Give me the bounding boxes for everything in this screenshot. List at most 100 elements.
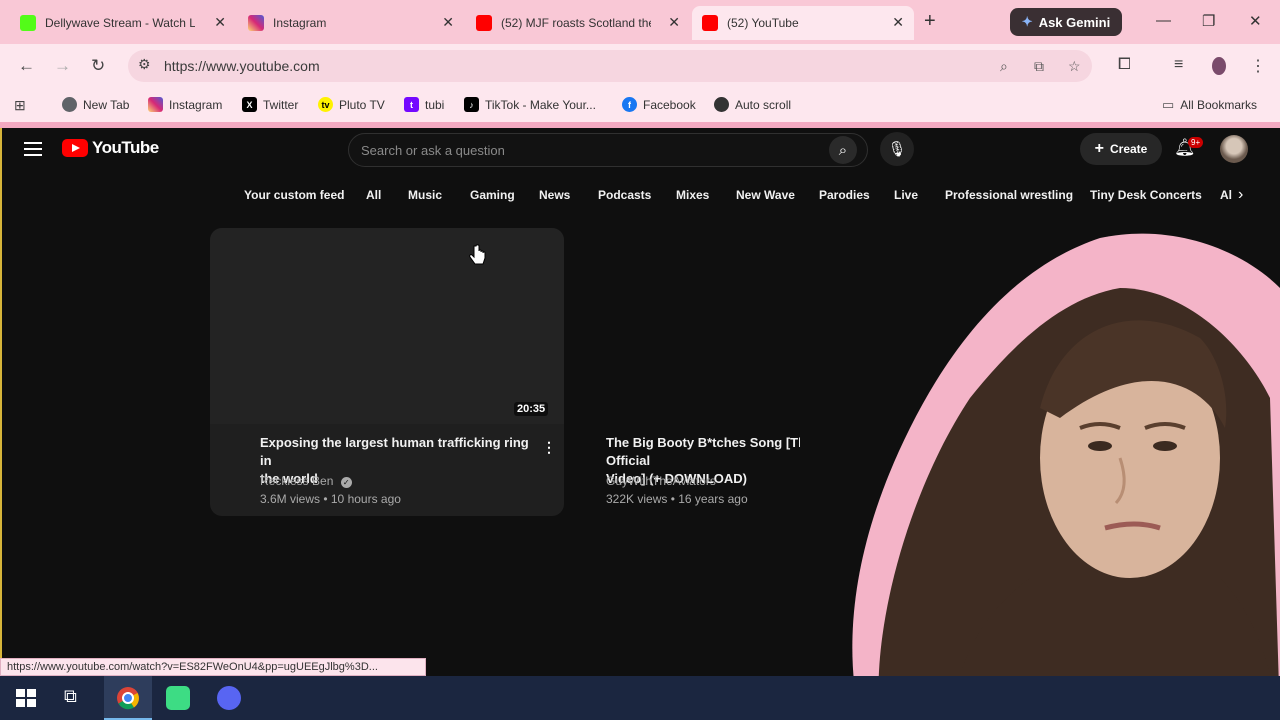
bookmark-new-tab[interactable]: New Tab	[62, 97, 129, 112]
all-bookmarks[interactable]: ▭ All Bookmarks	[1162, 97, 1257, 113]
bookmark-tubi[interactable]: t tubi	[404, 97, 444, 112]
bookmark-auto-scroll[interactable]: Auto scroll	[714, 97, 791, 112]
tab-label: Instagram	[273, 16, 327, 30]
globe-icon	[714, 97, 729, 112]
youtube-icon	[702, 15, 718, 31]
install-app-icon[interactable]: ⧉	[1034, 58, 1044, 75]
back-icon[interactable]: ←	[18, 56, 35, 76]
chip[interactable]: Al	[1220, 184, 1232, 206]
video-meta: 322K views • 16 years ago	[606, 492, 748, 506]
video-thumbnail[interactable]	[210, 228, 564, 424]
video-title-line: Exposing the largest human trafficking r…	[260, 435, 529, 468]
youtube-wordmark: YouTube	[92, 138, 159, 157]
apps-grid-icon[interactable]: ⊞	[14, 97, 26, 114]
discord-icon[interactable]	[217, 686, 241, 710]
bookmark-label: Facebook	[643, 97, 696, 112]
bookmark-label: New Tab	[83, 97, 130, 112]
close-icon[interactable]: ✕	[668, 14, 680, 31]
media-controls-icon[interactable]: ≡	[1174, 56, 1183, 74]
reload-icon[interactable]: ↻	[91, 56, 105, 76]
zoom-icon[interactable]: ⌕	[1000, 58, 1008, 75]
bookmark-facebook[interactable]: f Facebook	[622, 97, 696, 112]
bookmark-label: Pluto TV	[339, 97, 385, 112]
category-chips: Your custom feed All Music Gaming News P…	[232, 184, 1252, 206]
link-status-bar: https://www.youtube.com/watch?v=ES82FWeO…	[0, 658, 426, 676]
chip[interactable]: All	[366, 184, 381, 206]
pluto-tv-icon: tv	[318, 97, 333, 112]
android-app-icon[interactable]	[166, 686, 190, 710]
kick-icon	[20, 15, 36, 31]
gemini-icon: ✦	[1021, 14, 1033, 29]
tab-instagram[interactable]: Instagram ✕	[238, 6, 464, 40]
video-duration: 20:35	[514, 402, 549, 416]
create-label: Create	[1109, 142, 1148, 156]
create-button[interactable]: + Create	[1080, 133, 1162, 165]
instagram-icon	[248, 15, 264, 31]
bookmark-tiktok[interactable]: ♪ TikTok - Make Your...	[464, 97, 596, 112]
window-close-icon[interactable]: ✕	[1249, 12, 1262, 30]
ask-gemini-label: Ask Gemini	[1038, 14, 1111, 30]
notification-badge: 9+	[1188, 137, 1204, 148]
address-url: https://www.youtube.com	[164, 58, 320, 74]
search-placeholder: Search or ask a question	[361, 143, 505, 158]
bookmark-star-icon[interactable]: ☆	[1068, 58, 1081, 75]
microphone-icon[interactable]: 🎙︎	[880, 132, 914, 166]
verified-icon: ✓	[340, 477, 352, 488]
search-icon[interactable]: ⌕	[829, 136, 857, 164]
bookmark-pluto-tv[interactable]: tv Pluto TV	[318, 97, 385, 112]
avatar[interactable]	[1220, 135, 1248, 163]
restore-icon[interactable]: ❐	[1202, 12, 1215, 30]
close-icon[interactable]: ✕	[892, 14, 904, 31]
browser-tabstrip: Dellywave Stream - Watch L ✕ Instagram ✕…	[0, 0, 1280, 44]
x-icon: X	[242, 97, 257, 112]
bookmark-twitter[interactable]: X Twitter	[242, 97, 298, 112]
close-icon[interactable]: ✕	[214, 14, 226, 31]
address-bar[interactable]: ⚙ https://www.youtube.com ⌕ ⧉ ☆	[128, 50, 1092, 82]
chip[interactable]: Mixes	[676, 184, 709, 206]
chip[interactable]: Gaming	[470, 184, 515, 206]
chevron-right-icon[interactable]: ›	[1238, 186, 1243, 204]
chrome-icon[interactable]	[116, 686, 140, 710]
bookmark-label: Instagram	[169, 97, 223, 112]
tab-youtube-home[interactable]: (52) YouTube ✕	[692, 6, 914, 40]
tiktok-icon: ♪	[464, 97, 479, 112]
channel-name[interactable]: Reckless Ben ✓	[260, 472, 352, 490]
chip[interactable]: Live	[894, 184, 918, 206]
bookmark-label: Auto scroll	[735, 97, 792, 112]
minimize-icon[interactable]: —	[1156, 12, 1171, 29]
chip[interactable]: New Wave	[736, 184, 795, 206]
bookmark-label: tubi	[425, 97, 445, 112]
menu-hamburger-icon[interactable]	[24, 142, 42, 156]
site-info-icon[interactable]: ⚙	[138, 56, 151, 73]
bookmark-label: Twitter	[263, 97, 299, 112]
new-tab-icon[interactable]: +	[924, 10, 936, 33]
chip[interactable]: Music	[408, 184, 442, 206]
ask-gemini-button[interactable]: ✦ Ask Gemini	[1010, 8, 1122, 36]
video-meta: 3.6M views • 10 hours ago	[260, 492, 401, 506]
bookmark-instagram[interactable]: Instagram	[148, 97, 222, 112]
windows-start-icon[interactable]	[14, 686, 38, 710]
close-icon[interactable]: ✕	[442, 14, 454, 31]
chip[interactable]: News	[539, 184, 570, 206]
extensions-icon[interactable]: ⧠	[1118, 56, 1131, 74]
instagram-icon	[148, 97, 163, 112]
youtube-play-icon	[62, 139, 88, 157]
chip[interactable]: Your custom feed	[244, 184, 344, 206]
screen: Dellywave Stream - Watch L ✕ Instagram ✕…	[0, 0, 1280, 720]
chip[interactable]: Tiny Desk Concerts	[1090, 184, 1202, 206]
chip[interactable]: Professional wrestling	[945, 184, 1073, 206]
task-view-icon[interactable]: ⧉	[64, 686, 88, 710]
menu-icon[interactable]: ⋮	[1250, 56, 1266, 76]
chip[interactable]: Podcasts	[598, 184, 651, 206]
youtube-logo[interactable]: YouTube	[62, 138, 159, 158]
channel-name[interactable]: GuyWithTheAviators	[606, 472, 716, 490]
forward-icon[interactable]: →	[54, 56, 71, 76]
more-options-icon[interactable]: ⋮	[542, 439, 556, 456]
tab-youtube-video[interactable]: (52) MJF roasts Scotland the ✕	[466, 6, 690, 40]
chip[interactable]: Parodies	[819, 184, 870, 206]
webcam-overlay	[800, 228, 1280, 720]
profile-icon[interactable]	[1212, 57, 1226, 75]
search-input[interactable]: Search or ask a question ⌕	[348, 133, 868, 167]
tab-kick[interactable]: Dellywave Stream - Watch L ✕	[10, 6, 236, 40]
tubi-icon: t	[404, 97, 419, 112]
